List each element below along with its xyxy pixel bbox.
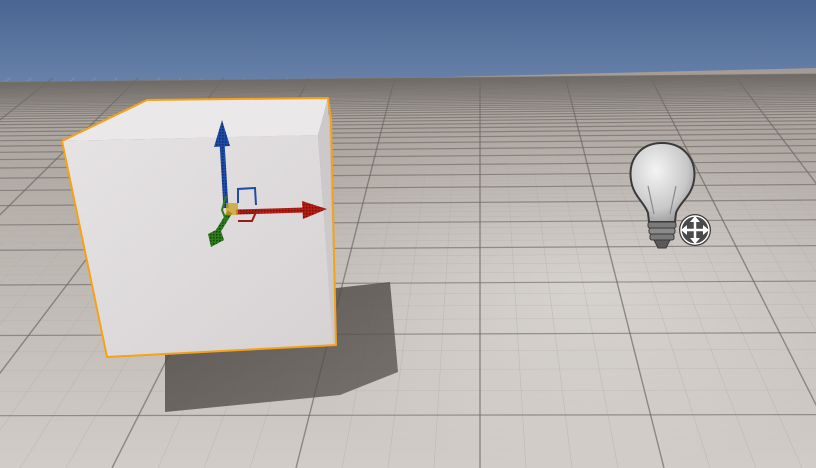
move-arrows-icon[interactable] (679, 214, 711, 246)
viewport-scene[interactable] (0, 0, 816, 468)
selected-cube[interactable] (61, 97, 337, 358)
cube-front-face (62, 135, 333, 357)
level-viewport[interactable] (0, 0, 816, 468)
gizmo-center[interactable] (226, 203, 238, 215)
